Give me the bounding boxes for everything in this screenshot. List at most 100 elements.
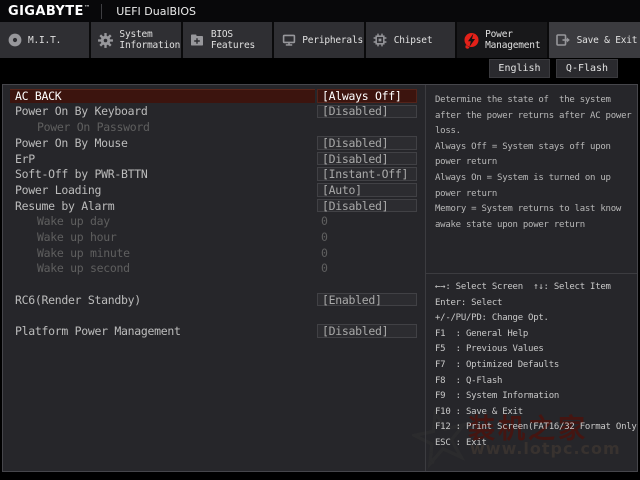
main-panel: 装机之家 www.lotpc.com AC BACK[Always Off]Po… <box>2 84 638 472</box>
setting-label: Wake up day <box>37 214 110 228</box>
setting-label-band: RC6(Render Standby) <box>10 293 315 307</box>
setting-label-band: Power On By Keyboard <box>10 105 315 119</box>
setting-value[interactable]: [Disabled] <box>317 136 417 150</box>
key-legend-line: ←→: Select Screen ↑↓: Select Item <box>435 280 633 296</box>
setting-value: 0 <box>321 262 328 276</box>
title-divider <box>101 4 102 19</box>
tab-power-management[interactable]: Power Management <box>457 22 548 58</box>
tab-bar: M.I.T. System Information BIOS Features Per… <box>0 22 640 58</box>
save-exit-icon <box>555 32 572 49</box>
key-legend-line: Enter: Select <box>435 296 633 312</box>
setting-label: Power On By Keyboard <box>15 104 147 118</box>
mit-icon <box>6 32 23 49</box>
setting-row-ac-back[interactable]: AC BACK [Always Off] <box>3 88 425 104</box>
setting-label-band: Wake up minute <box>10 246 315 260</box>
tab-chipset[interactable]: Chipset <box>366 22 457 58</box>
setting-label: Power On Password <box>37 120 150 134</box>
info-panel: Determine the state of the systemafter t… <box>425 85 637 471</box>
setting-value[interactable]: [Disabled] <box>317 199 417 213</box>
qflash-button[interactable]: Q-Flash <box>556 59 618 78</box>
tab-m-i-t[interactable]: M.I.T. <box>0 22 91 58</box>
setting-row-wake-up-second: Wake up second 0 <box>3 261 425 277</box>
tab-bios-features[interactable]: BIOS Features <box>183 22 274 58</box>
tab-label: BIOS Features <box>211 29 255 51</box>
help-line: awake state upon power return <box>435 218 633 234</box>
settings-list: AC BACK [Always Off] Power On By Keyboard [… <box>3 85 425 339</box>
key-legend-line: F12 : Print Screen(FAT16/32 Format Only) <box>435 420 633 436</box>
setting-label-band: Wake up second <box>10 262 315 276</box>
settings-spacer <box>3 276 425 292</box>
setting-value[interactable]: [Auto] <box>317 183 417 197</box>
tab-label: Chipset <box>394 35 433 46</box>
setting-row-power-on-password: Power On Password <box>3 119 425 135</box>
tab-label: System Information <box>119 29 180 51</box>
setting-value: 0 <box>321 215 328 229</box>
help-line: power return <box>435 155 633 171</box>
item-help-text: Determine the state of the systemafter t… <box>426 85 637 273</box>
system-information-icon <box>97 32 114 49</box>
setting-value[interactable]: [Disabled] <box>317 105 417 119</box>
setting-row-power-loading[interactable]: Power Loading[Auto] <box>3 182 425 198</box>
setting-label: Platform Power Management <box>15 324 181 338</box>
setting-label-band: Power On Password <box>10 120 315 134</box>
tab-label: M.I.T. <box>28 35 61 46</box>
setting-row-resume-by-alarm[interactable]: Resume by Alarm [Disabled] <box>3 198 425 214</box>
setting-row-rc6-render-standby[interactable]: RC6(Render Standby)[Enabled] <box>3 292 425 308</box>
setting-row-power-on-by-keyboard[interactable]: Power On By Keyboard [Disabled] <box>3 104 425 120</box>
setting-row-platform-power-management[interactable]: Platform Power Management [Disabled] <box>3 323 425 339</box>
setting-label-band: Soft-Off by PWR-BTTN <box>10 167 315 181</box>
setting-label: ErP <box>15 152 35 166</box>
setting-label-band: ErP <box>10 152 315 166</box>
firmware-title: UEFI DualBIOS <box>116 5 196 18</box>
key-legend-line: F9 : System Information <box>435 389 633 405</box>
settings-panel: AC BACK [Always Off] Power On By Keyboard [… <box>3 85 425 471</box>
setting-label: Wake up minute <box>37 246 130 260</box>
setting-value[interactable]: [Disabled] <box>317 324 417 338</box>
setting-row-erp[interactable]: ErP [Disabled] <box>3 151 425 167</box>
help-line: Memory = System returns to last know <box>435 202 633 218</box>
help-line: Always Off = System stays off upon <box>435 140 633 156</box>
tab-peripherals[interactable]: Peripherals <box>274 22 365 58</box>
chipset-icon <box>372 32 389 49</box>
setting-label-band: Platform Power Management <box>10 324 315 338</box>
setting-label: Resume by Alarm <box>15 199 114 213</box>
key-legend-line: F8 : Q-Flash <box>435 374 633 390</box>
setting-value[interactable]: [Disabled] <box>317 152 417 166</box>
setting-label: Power On By Mouse <box>15 136 128 150</box>
title-bar: GIGABYTE™ UEFI DualBIOS <box>0 0 640 22</box>
setting-label: Wake up second <box>37 261 130 275</box>
setting-value[interactable]: [Always Off] <box>317 89 417 103</box>
help-line: Always On = System is turned on up <box>435 171 633 187</box>
key-legend-line: +/-/PU/PD: Change Opt. <box>435 311 633 327</box>
setting-label-band: AC BACK <box>10 89 315 103</box>
help-line: power return <box>435 187 633 203</box>
setting-row-wake-up-hour: Wake up hour0 <box>3 229 425 245</box>
setting-label-band: Power On By Mouse <box>10 136 315 150</box>
setting-value[interactable]: [Instant-Off] <box>317 167 417 181</box>
setting-label-band: Wake up hour <box>10 230 315 244</box>
key-legend: ←→: Select Screen ↑↓: Select ItemEnter: … <box>426 273 637 471</box>
key-legend-line: F10 : Save & Exit <box>435 405 633 421</box>
setting-row-power-on-by-mouse[interactable]: Power On By Mouse [Disabled] <box>3 135 425 151</box>
tab-label: Peripherals <box>302 35 363 46</box>
setting-label: AC BACK <box>15 89 61 103</box>
key-legend-line: F5 : Previous Values <box>435 342 633 358</box>
key-legend-line: ESC : Exit <box>435 436 633 452</box>
trademark-mark: ™ <box>84 4 90 11</box>
help-line: loss. <box>435 124 633 140</box>
tab-system-information[interactable]: System Information <box>91 22 182 58</box>
setting-row-soft-off-by-pwr-bttn[interactable]: Soft-Off by PWR-BTTN [Instant-Off] <box>3 166 425 182</box>
gigabyte-logo: GIGABYTE™ <box>8 4 90 19</box>
tab-label: Save & Exit <box>577 35 638 46</box>
tab-label: Power Management <box>485 29 540 51</box>
tab-save-exit[interactable]: Save & Exit <box>549 22 640 58</box>
settings-spacer <box>3 308 425 324</box>
setting-value[interactable]: [Enabled] <box>317 293 417 307</box>
help-line: Determine the state of the system <box>435 93 633 109</box>
power-management-icon <box>463 32 480 49</box>
bios-screen: { "window": { "brand": "GIGABYTE", "bran… <box>0 0 640 480</box>
setting-label: Soft-Off by PWR-BTTN <box>15 167 147 181</box>
key-legend-line: F1 : General Help <box>435 327 633 343</box>
english-button[interactable]: English <box>489 59 550 78</box>
setting-label-band: Wake up day <box>10 215 315 229</box>
